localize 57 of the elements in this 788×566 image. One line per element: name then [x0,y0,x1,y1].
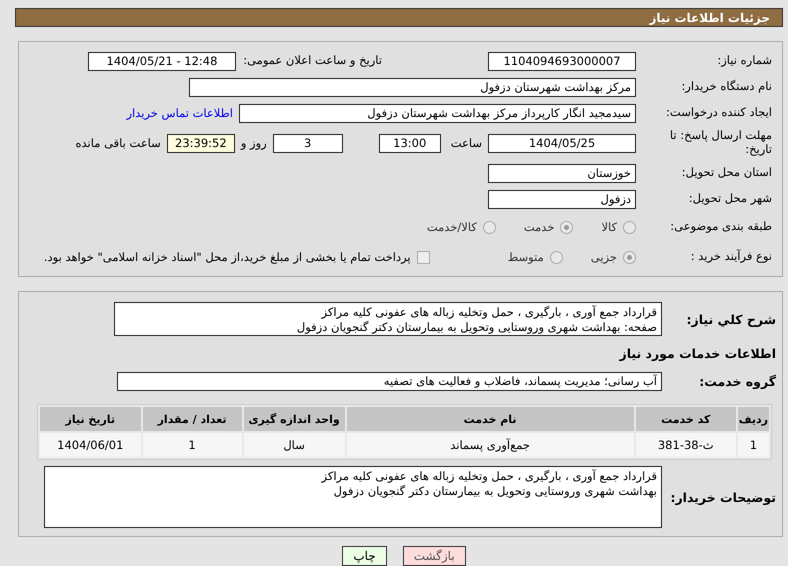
summary-text-area: قرارداد جمع آوری ، بارگیری ، حمل وتخلیه زباله های عفونی کلیه مراکز صفحه: بهداشت شهری وروستایی وتحویل به بیمارستان دکتر گنجویان دزفول [114,302,662,336]
field-label: شماره نیاز: [716,54,772,68]
column-header: ردیف [738,407,769,431]
column-header: واحد اندازه گیری [244,407,345,431]
radio-label: کالا [601,220,617,234]
page-title-bar: جزئیات اطلاعات نیاز [15,8,783,27]
table-cell: جمع‌آوری پسماند [346,433,634,457]
radio-button[interactable] [623,220,636,234]
field-label: تاریخ و ساعت اعلان عمومی: [242,54,382,68]
section-label: شرح كلي نياز: [686,312,776,326]
radio-label: خدمت [524,220,554,234]
province-field: خوزستان [488,164,636,182]
field-label: مهلت ارسال پاسخ: تا تاریخ: [668,129,772,157]
need-number-field: 1104094693000007 [488,52,636,70]
table-cell: ث-38-381 [636,433,736,457]
field-label: نام دستگاه خریدار: [680,80,772,94]
remaining-time-field: 23:39:52 [166,134,235,152]
column-header: نام خدمت [346,407,634,431]
column-header: تاریخ نیاز [40,407,141,431]
checkbox-label: پرداخت تمام یا بخشی از مبلغ خرید،از محل "اسناد خزانه اسلامی" خواهد بود. [44,250,411,264]
contact-link[interactable]: اطلاعات تماس خریدار [126,106,233,120]
announce-date-field: 1404/05/21 - 12:48 [88,52,236,70]
city-field: دزفول [488,190,636,208]
radio-button[interactable] [550,250,563,264]
radio-label: جزیی [590,250,617,264]
radio-button[interactable] [623,250,636,264]
field-label: روز و [240,136,267,150]
buyer-notes-text-area: قرارداد جمع آوری ، بارگیری ، حمل وتخلیه زباله های عفونی کلیه مراکز بهداشت شهری وروستایی وتحویل به بیمارستان دکتر گنجویان دزفول [44,466,662,528]
section-label: گروه خدمت: [698,374,776,388]
buyer-field: مرکز بهداشت شهرستان دزفول [189,78,636,96]
field-label: ساعت باقی مانده [76,136,161,150]
radio-label: متوسط [508,250,544,264]
table-cell: 1404/06/01 [40,433,141,457]
checkbox[interactable] [416,250,430,264]
field-label: ساعت [450,136,482,150]
creator-field: سیدمجید انگار کارپرداز مرکز بهداشت شهرستان دزفول [239,104,636,122]
back-button[interactable]: بازگشت [402,546,466,566]
field-label: نوع فرآیند خرید : [690,250,772,264]
table-cell: سال [244,433,345,457]
service-group-field: آب رسانی؛ مدیریت پسماند، فاضلاب و فعالیت های تصفیه [117,372,662,390]
column-header: تعداد / مقدار [142,407,242,431]
section-label: توضیحات خریدار: [669,490,776,504]
radio-button[interactable] [560,220,574,234]
section-heading: اطلاعات خدمات مورد نیاز [620,346,776,360]
field-label: ایجاد کننده درخواست: [665,106,772,120]
deadline-date-field: 1404/05/25 [488,134,636,152]
radio-label: کالا/خدمت [426,220,477,234]
field-label: شهر محل تحویل: [688,192,772,206]
deadline-time-field: 13:00 [378,134,441,152]
field-label: استان محل تحویل: [680,166,772,180]
table-cell: 1 [738,433,769,457]
column-header: کد خدمت [636,407,736,431]
radio-button[interactable] [482,220,496,234]
days-field: 3 [272,134,343,152]
field-label: طبقه بندی موضوعی: [669,220,772,234]
table-cell: 1 [142,433,242,457]
print-button[interactable]: چاپ [342,546,387,566]
